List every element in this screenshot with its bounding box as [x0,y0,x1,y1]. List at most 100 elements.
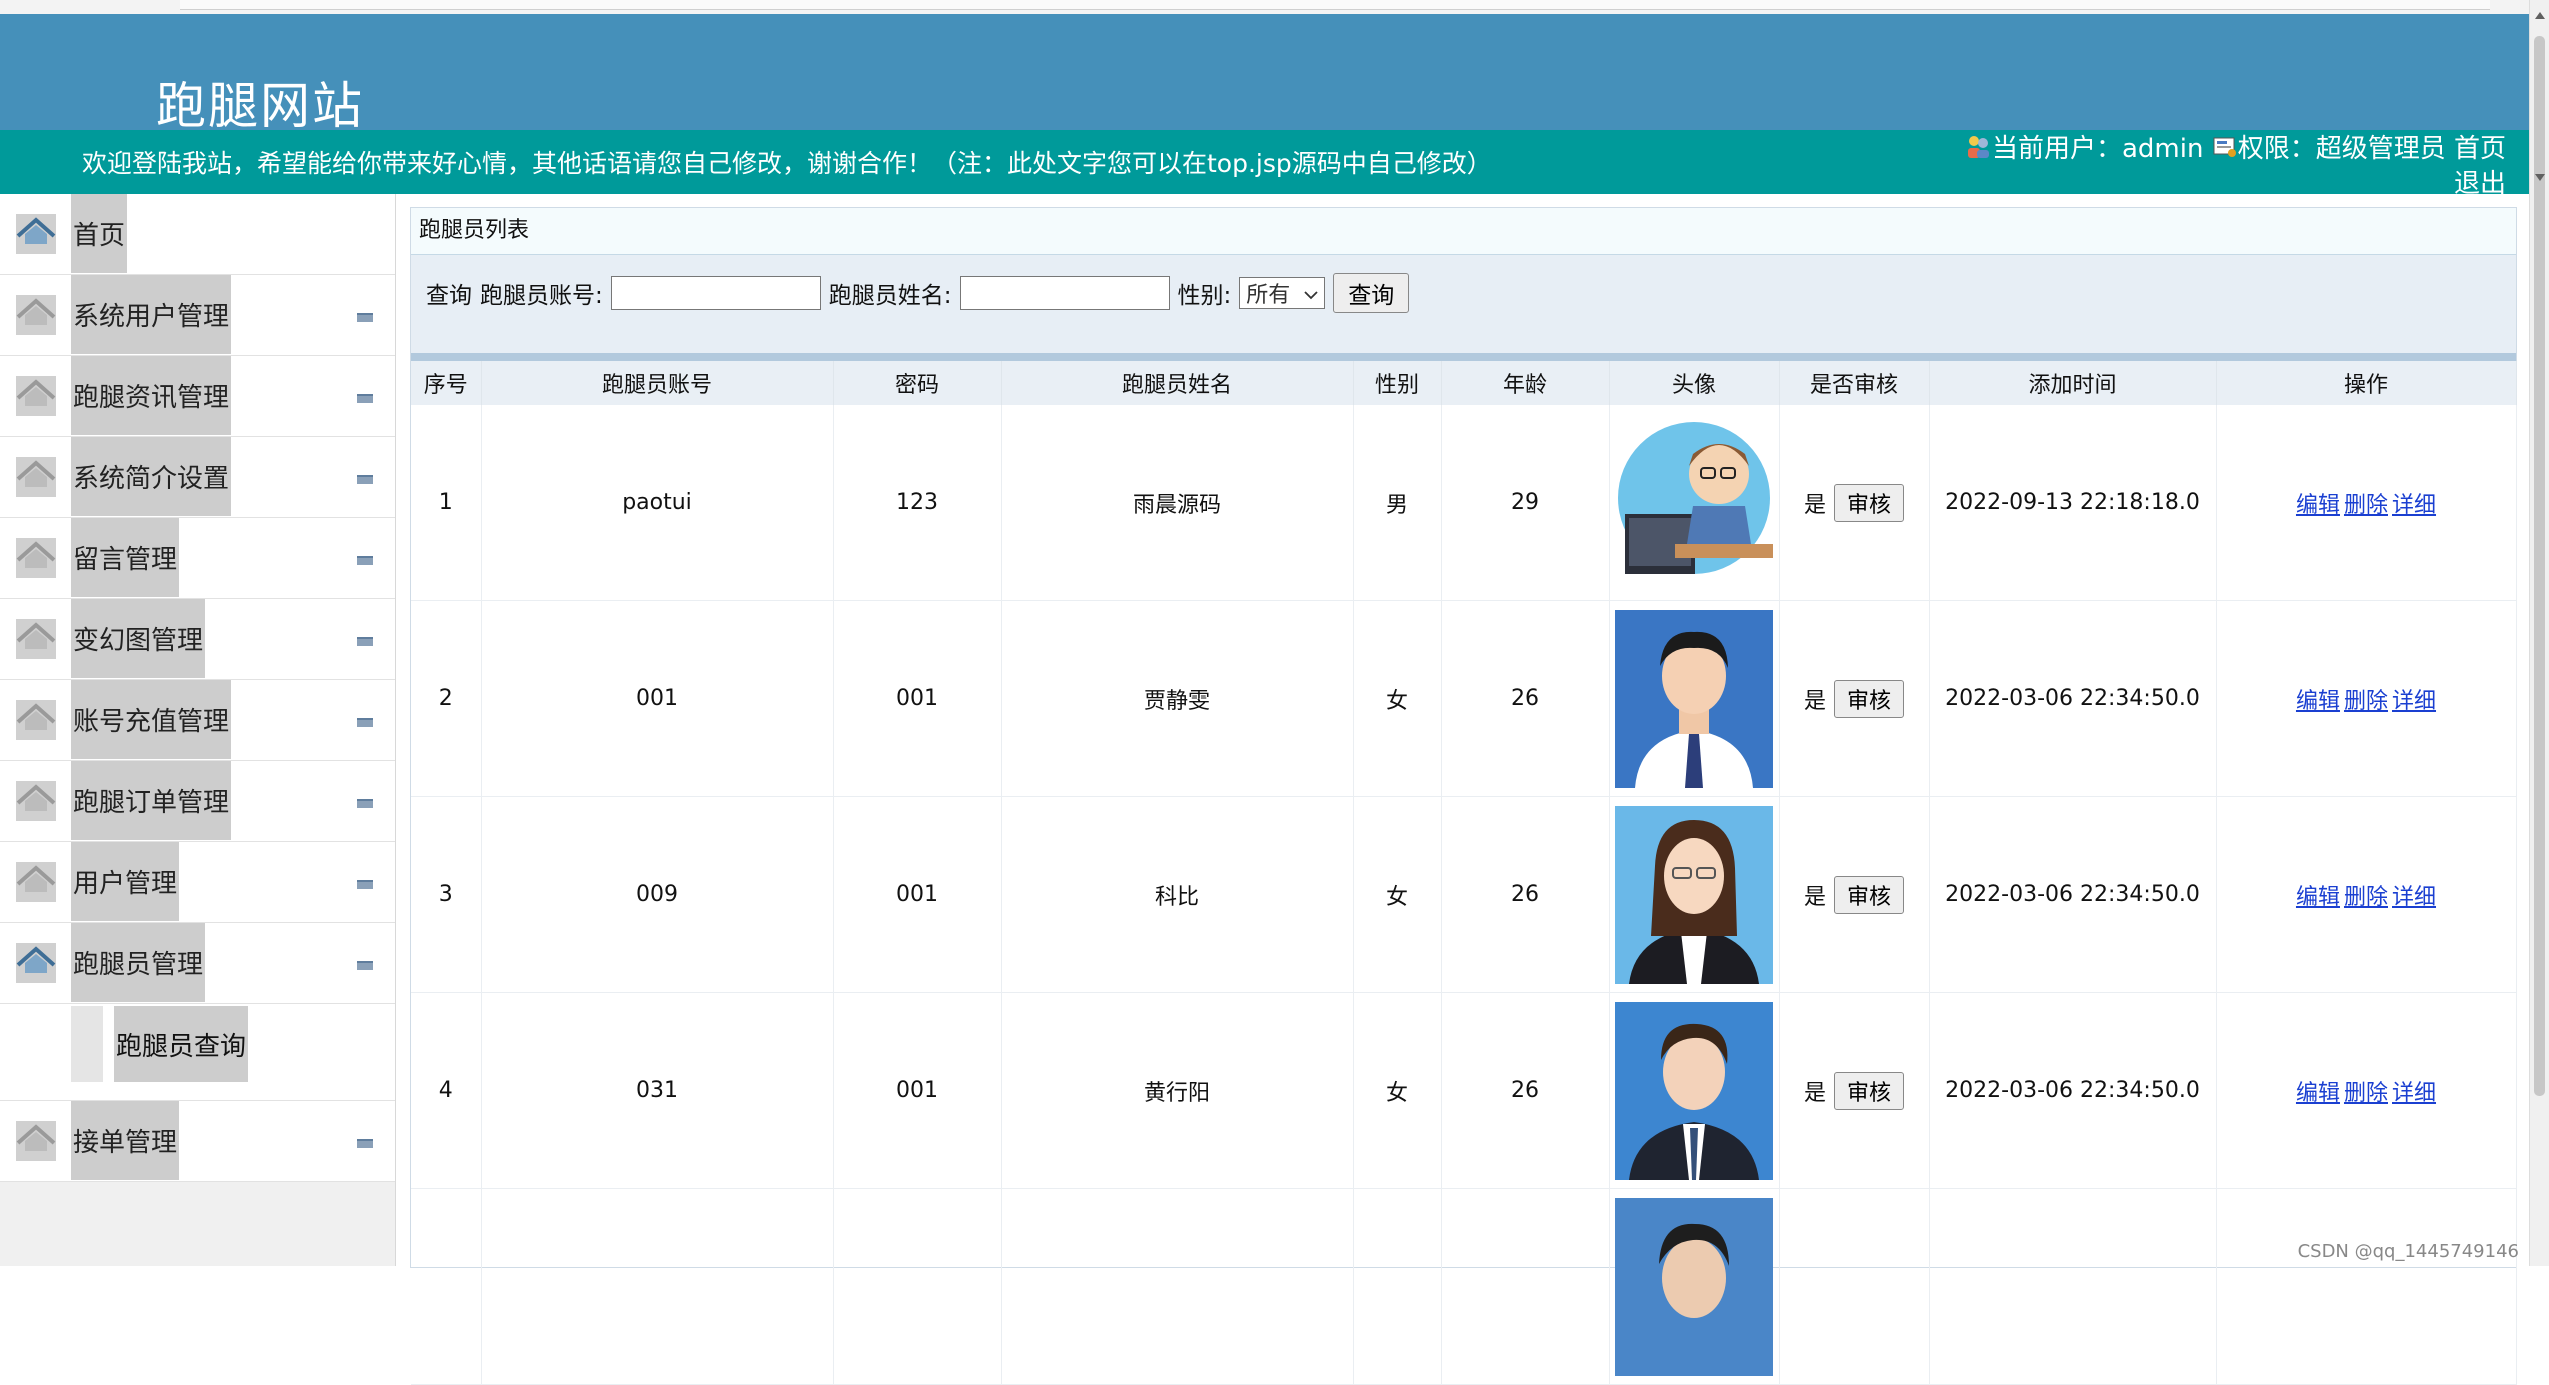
sidebar-item-intro[interactable]: 系统简介设置 [0,437,395,518]
cell-no: 1 [411,405,482,601]
column-header: 是否审核 [1779,361,1930,405]
cell-approved: 是审核 [1779,992,1930,1189]
detail-link[interactable]: 详细 [2392,493,2436,518]
audit-button[interactable]: 审核 [1834,483,1905,522]
table-row: 1 paotui 123 雨晨源码 男 29 是 审核 2022-09-13 2… [411,405,2517,601]
cell-name: 雨晨源码 [1001,405,1354,601]
cell-name: 黄行阳 [1001,992,1354,1189]
sidebar-item-accept-orders[interactable]: 接单管理 [0,1101,395,1182]
audit-button[interactable]: 审核 [1834,679,1905,718]
cell-password: 001 [833,600,1002,797]
home-icon [16,538,56,578]
column-header: 年龄 [1441,361,1610,405]
cell-gender: 男 [1353,405,1442,601]
home-icon [16,1121,56,1161]
account-label: 跑腿员账号: [480,283,603,309]
cell-no: 3 [411,796,482,993]
permission-icon [2212,134,2238,158]
cell-actions: 编辑 删除 详细 [2216,796,2517,993]
avatar [1615,1001,1773,1180]
gender-select[interactable]: 所有 [1239,277,1326,309]
audit-button[interactable]: 审核 [1834,875,1905,914]
account-search-input[interactable] [610,276,821,310]
delete-link[interactable]: 删除 [2344,689,2388,714]
home-icon [16,781,56,821]
cell-age: 26 [1441,796,1610,993]
sidebar-item-label: 跑腿员管理 [71,923,206,1002]
sidebar-item-carousel[interactable]: 变幻图管理 [0,599,395,680]
user-icon [1966,134,1992,158]
sidebar-item-runners[interactable]: 跑腿员管理 [0,923,395,1004]
expand-arrow-icon [357,556,373,565]
sidebar-item-system-users[interactable]: 系统用户管理 [0,275,395,356]
cell-age: 29 [1441,405,1610,601]
home-link[interactable]: 首页 [2454,134,2506,164]
sidebar-item-label: 用户管理 [71,842,180,921]
sidebar-item-label: 接单管理 [71,1101,180,1180]
edit-link[interactable]: 编辑 [2296,493,2340,518]
cell-time: 2022-09-13 22:18:18.0 [1929,405,2217,601]
cell-avatar [1609,1188,1780,1385]
sidebar-item-label: 系统用户管理 [71,275,232,354]
approved-value: 是 [1803,688,1826,714]
cell-age: 26 [1441,600,1610,797]
delete-link[interactable]: 删除 [2344,493,2388,518]
cell-password: 001 [833,992,1002,1189]
column-header: 性别 [1353,361,1442,405]
cell-avatar [1609,796,1780,993]
sidebar-subitem-runner-query[interactable]: 跑腿员查询 [0,1004,395,1101]
expand-arrow-icon [357,880,373,889]
cell-actions: 编辑 删除 详细 [2216,600,2517,797]
scroll-down-arrow-icon[interactable] [2535,174,2545,181]
edit-link[interactable]: 编辑 [2296,689,2340,714]
page-scrollbar[interactable] [2529,0,2549,1266]
sidebar-item-label: 系统简介设置 [71,437,232,516]
audit-button[interactable]: 审核 [1834,1071,1905,1110]
search-prefix-label: 查询 [426,283,472,309]
runner-table: 序号 跑腿员账号 密码 跑腿员姓名 性别 年龄 头像 是否审核 添加时间 操作 … [411,361,2517,1385]
cell-approved: 是审核 [1779,405,1930,601]
cell-approved: 是审核 [1779,796,1930,993]
sidebar-item-orders[interactable]: 跑腿订单管理 [0,761,395,842]
cell-gender: 女 [1353,992,1442,1189]
sidebar-item-messages[interactable]: 留言管理 [0,518,395,599]
panel-title: 跑腿员列表 [411,208,2516,255]
column-header: 头像 [1609,361,1780,405]
sidebar-item-recharge[interactable]: 账号充值管理 [0,680,395,761]
table-row: 4 031 001 黄行阳 女 26 是 审核 2022-03-06 22:34… [411,992,2517,1189]
edit-link[interactable]: 编辑 [2296,885,2340,910]
permission-label: 权限：超级管理员 [2237,134,2446,164]
column-header: 添加时间 [1929,361,2217,405]
table-header-row: 序号 跑腿员账号 密码 跑腿员姓名 性别 年龄 头像 是否审核 添加时间 操作 [411,361,2517,405]
cell-time: 2022-03-06 22:34:50.0 [1929,796,2217,993]
scroll-up-arrow-icon[interactable] [2535,12,2545,19]
cell-age: 26 [1441,992,1610,1189]
cell-time: 2022-03-06 22:34:50.0 [1929,600,2217,797]
home-icon [16,457,56,497]
detail-link[interactable]: 详细 [2392,1081,2436,1106]
scrollbar-thumb[interactable] [2534,36,2545,1096]
sidebar-item-users[interactable]: 用户管理 [0,842,395,923]
cell-account: paotui [481,405,834,601]
avatar [1615,609,1773,788]
user-info: 当前用户：admin 权限：超级管理员 首页 退出 [1966,132,2506,202]
logout-link[interactable]: 退出 [2454,169,2506,199]
home-icon [16,862,56,902]
divider [411,353,2516,361]
edit-link[interactable]: 编辑 [2296,1081,2340,1106]
sidebar-item-label: 变幻图管理 [71,599,206,678]
info-bar: 欢迎登陆我站，希望能给你带来好心情，其他话语请您自己修改，谢谢合作！（注：此处文… [0,130,2530,199]
cell-name: 贾静雯 [1001,600,1354,797]
name-search-input[interactable] [959,276,1170,310]
detail-link[interactable]: 详细 [2392,689,2436,714]
detail-link[interactable]: 详细 [2392,885,2436,910]
search-button[interactable]: 查询 [1333,273,1410,313]
sidebar-item-label: 首页 [71,194,128,273]
sidebar-item-home[interactable]: 首页 [0,194,395,275]
site-title: 跑腿网站 [156,77,364,135]
sidebar-item-news[interactable]: 跑腿资讯管理 [0,356,395,437]
home-icon [16,700,56,740]
delete-link[interactable]: 删除 [2344,885,2388,910]
delete-link[interactable]: 删除 [2344,1081,2388,1106]
approved-value: 是 [1803,1080,1826,1106]
